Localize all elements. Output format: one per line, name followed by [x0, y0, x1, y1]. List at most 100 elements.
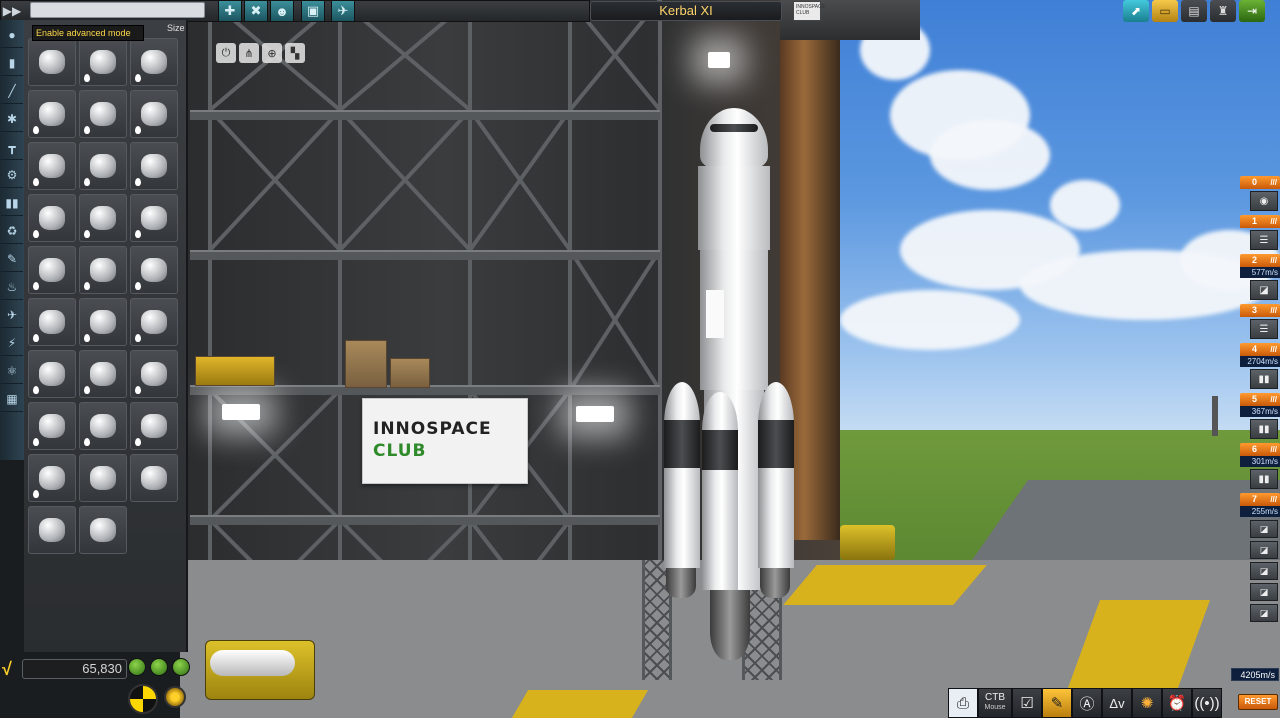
coupling-icon[interactable]: ┳ — [1, 134, 23, 160]
communication-icon[interactable]: ✈ — [1, 302, 23, 328]
part-thumbnail[interactable] — [79, 506, 127, 554]
stage-part-icon[interactable]: ◪ — [1250, 583, 1278, 601]
aero-icon[interactable]: ▮▮ — [1, 190, 23, 216]
ctb-toggle[interactable]: CTB Mouse — [978, 688, 1012, 718]
stage-group[interactable]: 1☰ — [1240, 215, 1280, 250]
shortcut-icon[interactable]: ⎙ — [948, 688, 978, 718]
translate-icon[interactable]: ⊕ — [262, 43, 282, 63]
stage-part-icon[interactable]: ☰ — [1250, 230, 1278, 250]
stage-group[interactable]: 5367m/s ▮▮ — [1240, 393, 1280, 439]
stage-part-icon[interactable]: ☰ — [1250, 319, 1278, 339]
angle-snap-icon[interactable]: ⋔ — [239, 43, 259, 63]
stage-group[interactable]: 6301m/s ▮▮ — [1240, 443, 1280, 489]
part-model — [141, 102, 167, 126]
part-thumbnail[interactable] — [79, 298, 127, 346]
cog-icon[interactable]: ✺ — [1132, 688, 1162, 718]
wrench-icon[interactable]: ✖ — [244, 0, 268, 22]
size-sort-label[interactable]: Size — [167, 23, 185, 33]
part-thumbnail[interactable] — [28, 506, 76, 554]
reset-button[interactable]: RESET — [1238, 694, 1278, 710]
rotate-icon[interactable]: ▚ — [285, 43, 305, 63]
part-thumbnail[interactable] — [79, 454, 127, 502]
kerbal-icon[interactable]: ☻ — [270, 0, 294, 22]
part-thumbnail[interactable] — [130, 194, 178, 242]
part-thumbnail[interactable] — [79, 90, 127, 138]
stage-group[interactable]: 3☰ — [1240, 304, 1280, 339]
electrical-icon[interactable]: ♨ — [1, 274, 23, 300]
folder-icon[interactable]: ▭ — [1152, 0, 1178, 22]
tweak-wrench-icon[interactable]: ✎ — [1042, 688, 1072, 718]
collapse-icon[interactable]: ▶▶ — [0, 1, 24, 21]
plane-icon[interactable]: ✈ — [331, 0, 355, 22]
part-thumbnail[interactable] — [28, 402, 76, 450]
part-thumbnail[interactable] — [130, 142, 178, 190]
part-thumbnail[interactable] — [79, 142, 127, 190]
part-thumbnail[interactable] — [79, 350, 127, 398]
part-thumbnail[interactable] — [130, 298, 178, 346]
size-icon[interactable] — [172, 658, 190, 676]
manufacturer-icon[interactable]: ● — [1, 22, 23, 48]
alarm-clock-icon[interactable]: ⏰ — [1162, 688, 1192, 718]
box-icon[interactable]: ▣ — [301, 0, 325, 22]
settings-gear-icon[interactable] — [164, 686, 186, 708]
flag-button[interactable]: INNOSPACE CLUB — [793, 1, 825, 21]
science-icon[interactable]: ⚡ — [1, 330, 23, 356]
mass-icon[interactable] — [150, 658, 168, 676]
ship-name-field[interactable]: Kerbal XI — [590, 1, 782, 21]
part-thumbnail[interactable] — [79, 402, 127, 450]
ground-icon[interactable]: ♻ — [1, 218, 23, 244]
thermal-icon[interactable]: ✎ — [1, 246, 23, 272]
stage-part-icon[interactable]: ◪ — [1250, 604, 1278, 622]
part-thumbnail[interactable] — [130, 402, 178, 450]
part-thumbnail[interactable] — [28, 90, 76, 138]
stage-part-icon[interactable]: ▮▮ — [1250, 369, 1278, 389]
part-thumbnail[interactable] — [28, 38, 76, 86]
cargo-icon[interactable]: ⚛ — [1, 358, 23, 384]
part-thumbnail[interactable] — [28, 298, 76, 346]
center-of-mass-icon[interactable] — [128, 684, 158, 714]
part-thumbnail[interactable] — [79, 246, 127, 294]
part-thumbnail[interactable] — [130, 38, 178, 86]
part-thumbnail[interactable] — [28, 246, 76, 294]
stage-part-icon[interactable]: ◪ — [1250, 541, 1278, 559]
stock-icon[interactable]: ✚ — [218, 0, 242, 22]
parts-search-input[interactable] — [30, 2, 205, 18]
stage-part-icon[interactable]: ▮▮ — [1250, 419, 1278, 439]
checklist-icon[interactable]: ☑ — [1012, 688, 1042, 718]
part-thumbnail[interactable] — [79, 194, 127, 242]
stage-part-icon[interactable]: ◪ — [1250, 280, 1278, 300]
stage-group[interactable]: 7255m/s ◪ ◪ ◪ ◪ ◪ — [1240, 493, 1280, 622]
fuel-tank-icon[interactable]: ▮ — [1, 50, 23, 76]
engine-icon[interactable]: ╱ — [1, 78, 23, 104]
pod-window — [710, 124, 758, 132]
part-thumbnail[interactable] — [130, 246, 178, 294]
part-thumbnail[interactable] — [28, 142, 76, 190]
stage-part-icon[interactable]: ◪ — [1250, 520, 1278, 538]
part-thumbnail[interactable] — [28, 454, 76, 502]
part-thumbnail[interactable] — [28, 194, 76, 242]
part-thumbnail[interactable] — [130, 350, 178, 398]
stage-part-icon[interactable]: ◉ — [1250, 191, 1278, 211]
payload-icon[interactable]: ⚙ — [1, 162, 23, 188]
launch-icon[interactable]: ⬈ — [1123, 0, 1149, 22]
antenna-icon[interactable]: ((•)) — [1192, 688, 1222, 718]
stage-group[interactable]: 42704m/s ▮▮ — [1240, 343, 1280, 389]
stage-group[interactable]: 2577m/s ◪ — [1240, 254, 1280, 300]
stage-part-icon[interactable]: ▮▮ — [1250, 469, 1278, 489]
utility-icon[interactable]: ▦ — [1, 386, 23, 412]
part-thumbnail[interactable] — [130, 454, 178, 502]
cost-icon[interactable] — [128, 658, 146, 676]
part-thumbnail[interactable] — [28, 350, 76, 398]
engineer-icon[interactable]: Ⓐ — [1072, 688, 1102, 718]
save-icon[interactable]: ▤ — [1181, 0, 1207, 22]
part-model — [141, 50, 167, 74]
part-thumbnail[interactable] — [79, 38, 127, 86]
delta-v-button[interactable]: Δv — [1102, 688, 1132, 718]
stage-group[interactable]: 0◉ — [1240, 176, 1280, 211]
part-thumbnail[interactable] — [130, 90, 178, 138]
launchpad-icon[interactable]: ♜ — [1210, 0, 1236, 22]
symmetry-icon[interactable]: ⏻ — [216, 43, 236, 63]
exit-icon[interactable]: ⇥ — [1239, 0, 1265, 22]
stage-part-icon[interactable]: ◪ — [1250, 562, 1278, 580]
structural-icon[interactable]: ✱ — [1, 106, 23, 132]
